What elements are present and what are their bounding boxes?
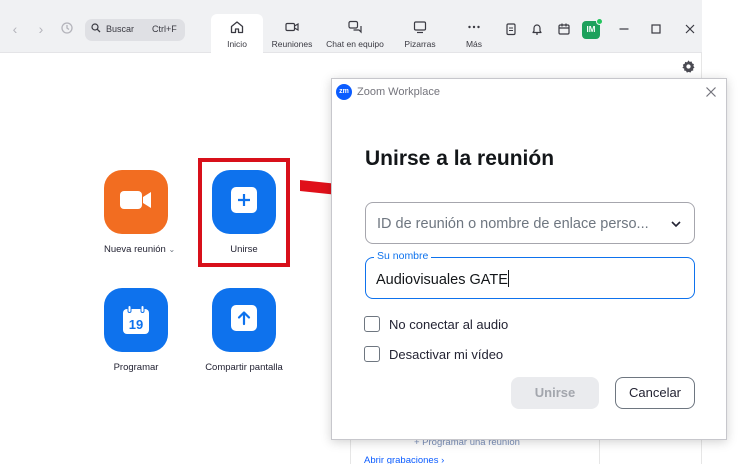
avatar-initials: IM [586,25,596,34]
avatar[interactable]: IM [582,18,603,39]
share-screen-button[interactable] [212,288,276,352]
forward-icon[interactable]: › [34,20,48,38]
calendar-tile-icon: 19 [123,305,149,334]
dialog-heading: Unirse a la reunión [365,147,555,170]
tab-label: Chat en equipo [326,39,384,49]
dialog-close-icon[interactable] [703,84,719,100]
open-recordings-link[interactable]: Abrir grabaciones › [364,455,444,464]
no-audio-checkbox[interactable] [364,316,380,332]
calendar-icon[interactable] [556,21,572,37]
tab-label: Más [465,39,483,49]
no-audio-label: No conectar al audio [389,317,509,332]
text-caret [507,270,509,287]
new-meeting-label: Nueva reunión ⌄ [104,244,176,255]
chevron-down-icon[interactable]: ⌄ [168,245,175,254]
tab-inicio[interactable]: Inicio [211,14,263,53]
home-icon [211,19,263,35]
settings-gear-icon[interactable] [681,59,696,79]
cancel-button[interactable]: Cancelar [615,377,695,409]
schedule-label: Programar [113,362,159,373]
search-shortcut: Ctrl+F [152,24,177,34]
join-submit-button[interactable]: Unirse [511,377,599,409]
tab-label: Reuniones [271,39,313,49]
tab-reuniones[interactable]: Reuniones [266,14,318,53]
back-icon[interactable]: ‹ [8,20,22,38]
zoom-logo-icon: zm [336,84,352,100]
video-off-label: Desactivar mi vídeo [389,347,504,362]
new-meeting-button[interactable] [104,170,168,234]
title-bar: ‹ › Buscar Ctrl+F Inicio Reuniones Chat … [0,0,702,53]
join-meeting-dialog: zm Zoom Workplace Unirse a la reunión ID… [331,78,727,440]
whiteboard-icon [394,19,446,35]
meeting-id-input[interactable]: ID de reunión o nombre de enlace perso..… [365,202,695,244]
minimize-icon[interactable] [616,21,632,37]
annotation-highlight-box [198,158,290,267]
updates-icon[interactable] [503,21,519,37]
tab-label: Pizarras [404,39,436,49]
presence-status-dot [596,18,603,25]
share-screen-label: Compartir pantalla [205,362,283,373]
video-camera-icon [119,188,153,217]
tab-chat[interactable]: Chat en equipo [322,14,388,53]
chevron-down-icon[interactable] [670,217,682,235]
share-screen-icon [231,304,257,336]
close-icon[interactable] [682,21,698,37]
tab-label: Inicio [227,39,247,49]
chat-icon [322,19,388,35]
video-icon [266,19,318,35]
bell-icon[interactable] [529,21,545,37]
search-input[interactable]: Buscar Ctrl+F [85,19,185,41]
history-icon[interactable] [60,21,74,39]
meeting-id-placeholder: ID de reunión o nombre de enlace perso..… [377,216,649,232]
your-name-input[interactable]: Su nombre Audiovisuales GATE [365,250,695,299]
your-name-value: Audiovisuales GATE [376,272,508,288]
search-placeholder: Buscar [106,24,135,34]
video-off-checkbox[interactable] [364,346,380,362]
your-name-label: Su nombre [374,250,432,262]
search-icon [91,23,101,35]
dialog-window-title: Zoom Workplace [357,86,440,98]
tab-pizarras[interactable]: Pizarras [394,14,446,53]
maximize-icon[interactable] [648,21,664,37]
tab-mas[interactable]: Más [448,14,500,53]
calendar-day: 19 [129,317,143,332]
more-icon [448,19,500,35]
schedule-button[interactable]: 19 [104,288,168,352]
